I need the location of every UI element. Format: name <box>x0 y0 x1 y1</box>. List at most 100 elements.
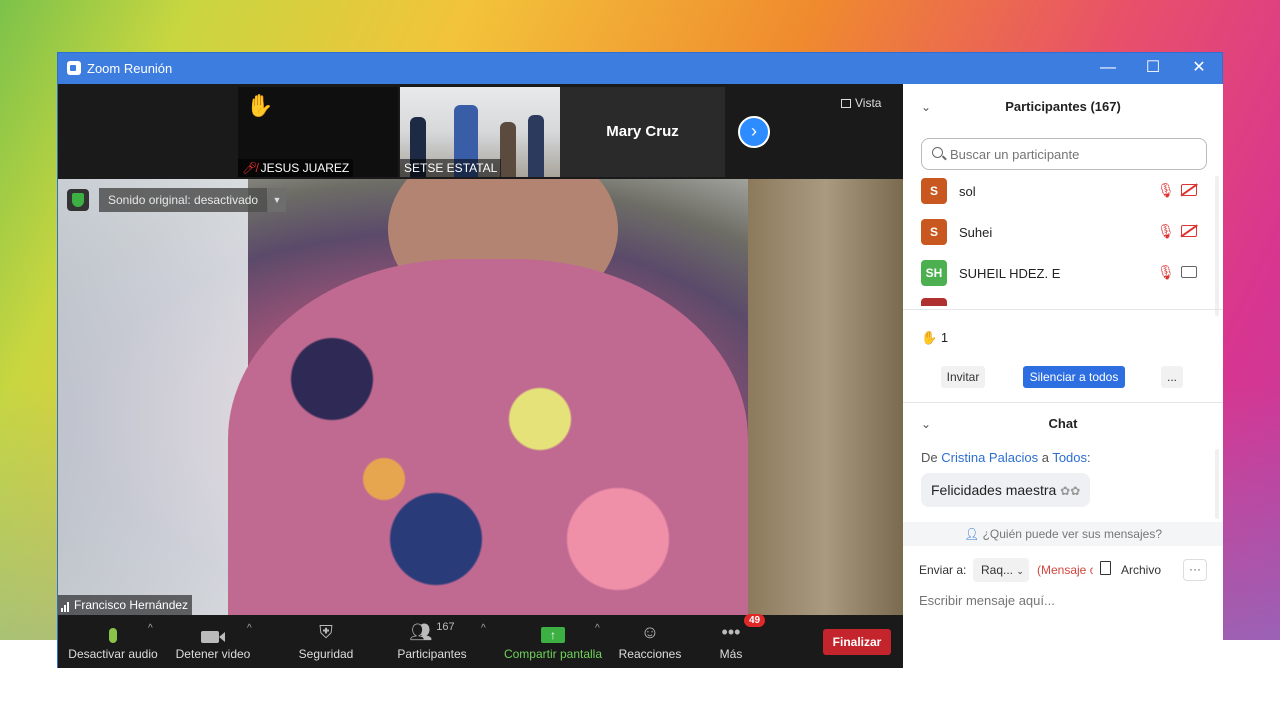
maximize-button[interactable]: ☐ <box>1138 57 1168 79</box>
invite-button[interactable]: Invitar <box>941 366 985 388</box>
raised-hand-icon: ✋ <box>921 330 938 345</box>
divider <box>903 309 1223 310</box>
participant-list-scrollbar[interactable] <box>1215 176 1219 316</box>
participants-label: Participantes <box>397 647 467 661</box>
send-to-label: Enviar a: <box>919 563 967 577</box>
to-prefix: a <box>1041 450 1049 465</box>
close-button[interactable]: ✕ <box>1184 57 1214 79</box>
reaction-smiley-icon: ☺ <box>640 622 660 642</box>
participant-row[interactable]: S Suhei 🎙︎ <box>921 219 1206 247</box>
participant-name: sol <box>959 184 976 199</box>
minimize-button[interactable]: — <box>1093 57 1123 79</box>
share-screen-icon: ↑ <box>501 615 605 643</box>
avatar: S <box>921 178 947 204</box>
video-label: Detener video <box>175 647 251 661</box>
participant-row-partial[interactable] <box>921 298 1206 306</box>
view-grid-icon <box>841 99 851 108</box>
participants-options-caret-icon[interactable]: ^ <box>481 623 486 634</box>
meeting-toolbar: Desactivar audio ^ Detener video ^ ⛨ Seg… <box>58 614 903 668</box>
thumbnail-name: 🎤︎̸ JESUS JUAREZ <box>238 159 354 177</box>
chat-sender[interactable]: Cristina Palacios <box>941 450 1038 465</box>
mic-muted-icon: 🎙︎ <box>1157 264 1175 280</box>
audio-options-caret-icon[interactable]: ^ <box>148 623 153 634</box>
participants-icon: 👥︎ <box>409 622 433 642</box>
divider <box>903 402 1223 403</box>
active-participant-tile[interactable]: Mary Cruz <box>560 87 725 177</box>
view-button[interactable]: Vista <box>841 96 881 110</box>
emoji-icon: ✿✿ <box>1060 484 1081 498</box>
share-screen-button[interactable]: ↑ Compartir pantalla <box>501 615 605 668</box>
video-camera-icon <box>173 615 253 643</box>
file-button[interactable]: Archivo <box>1121 563 1161 577</box>
original-sound-status[interactable]: Sonido original: desactivado <box>99 188 268 212</box>
participant-search-input[interactable] <box>921 138 1207 170</box>
bookshelf <box>748 179 903 615</box>
chevron-down-icon: ⌄ <box>1016 566 1024 576</box>
raised-hands-count: ✋ 1 <box>921 330 949 345</box>
participant-row[interactable]: S sol 🎙︎ <box>921 178 1206 206</box>
zoom-meeting-window: Zoom Reunión — ☐ ✕ ✋ 🎤︎̸ JESUS JUAREZ SE… <box>57 52 1223 668</box>
chat-title: Chat <box>1048 416 1078 431</box>
security-button[interactable]: ⛨ Seguridad <box>291 615 361 668</box>
thumbnail-strip: ✋ 🎤︎̸ JESUS JUAREZ SETSE ESTATAL Mary Cr… <box>58 84 903 179</box>
zoom-app-icon <box>67 61 81 75</box>
mute-button[interactable]: Desactivar audio <box>68 615 158 668</box>
private-message-note: (Mensaje c <box>1037 563 1093 577</box>
avatar: S <box>921 219 947 245</box>
shield-icon: ⛨ <box>319 622 333 642</box>
avatar <box>921 298 947 306</box>
chat-more-button[interactable]: ··· <box>1183 559 1207 581</box>
end-meeting-button[interactable]: Finalizar <box>823 629 891 655</box>
notification-badge: 49 <box>744 614 766 627</box>
reactions-button[interactable]: ☺ Reacciones <box>615 615 685 668</box>
chat-message-header: De Cristina Palacios a Todos: <box>921 450 1091 465</box>
next-page-button[interactable]: › <box>738 116 770 148</box>
file-icon <box>1100 561 1111 575</box>
video-off-icon <box>1181 184 1197 196</box>
thumbnail-name: SETSE ESTATAL <box>400 159 502 177</box>
participant-list: S sol 🎙︎ S Suhei 🎙︎ SH SUHEIL HDEZ. E 🎙︎ <box>903 176 1213 306</box>
chat-scrollbar[interactable] <box>1215 449 1219 519</box>
mute-label: Desactivar audio <box>68 647 158 661</box>
security-label: Seguridad <box>298 647 354 661</box>
chat-recipient[interactable]: Todos <box>1052 450 1087 465</box>
stop-video-button[interactable]: Detener video <box>173 615 253 668</box>
mic-muted-icon: 🎙︎ <box>1157 223 1175 239</box>
participants-more-button[interactable]: ... <box>1161 366 1183 388</box>
chat-message-input[interactable] <box>919 588 1209 612</box>
participants-count: 167 <box>436 621 455 633</box>
send-to-dropdown[interactable]: Raq... ⌄ <box>973 558 1029 582</box>
video-off-icon <box>1181 225 1197 237</box>
participant-name: SUHEIL HDEZ. E <box>959 266 1061 281</box>
participant-thumbnail[interactable]: ✋ 🎤︎̸ JESUS JUAREZ <box>238 87 398 177</box>
participants-button[interactable]: 👥︎ 167 Participantes <box>393 615 471 668</box>
mute-all-button[interactable]: Silenciar a todos <box>1023 366 1125 388</box>
participant-name: Suhei <box>959 225 993 240</box>
share-label: Compartir pantalla <box>503 647 603 661</box>
participants-title: Participantes (167) <box>1005 99 1121 114</box>
side-panel: ⌄ Participantes (167) S sol 🎙︎ S Suhei 🎙… <box>903 84 1223 668</box>
chat-message-text: Felicidades maestra <box>931 482 1057 498</box>
reactions-label: Reacciones <box>618 647 682 661</box>
raised-hand-icon: ✋ <box>246 93 274 118</box>
video-camera-icon <box>1181 266 1197 278</box>
more-label: Más <box>719 647 743 661</box>
video-options-caret-icon[interactable]: ^ <box>247 623 252 634</box>
participant-thumbnail[interactable]: SETSE ESTATAL <box>400 87 560 177</box>
background-wall <box>58 179 248 615</box>
share-options-caret-icon[interactable]: ^ <box>595 623 600 634</box>
people-icon: 👤︎ <box>963 527 980 541</box>
speaker-body <box>228 259 748 615</box>
video-area: ✋ 🎤︎̸ JESUS JUAREZ SETSE ESTATAL Mary Cr… <box>58 84 903 668</box>
main-video: Sonido original: desactivado ▼ Francisco… <box>58 179 903 615</box>
original-sound-dropdown-icon[interactable]: ▼ <box>268 188 286 212</box>
encryption-shield-icon[interactable] <box>67 189 89 211</box>
participants-icon-wrap: 👥︎ 167 <box>393 615 471 643</box>
window-title: Zoom Reunión <box>87 61 173 76</box>
microphone-icon <box>68 615 158 643</box>
participant-row[interactable]: SH SUHEIL HDEZ. E 🎙︎ <box>921 260 1206 288</box>
person-figure <box>500 122 516 177</box>
speaker-name-label: Francisco Hernández <box>58 595 193 615</box>
more-button[interactable]: ••• Más 49 <box>708 614 766 668</box>
who-can-see-messages[interactable]: 👤︎ ¿Quién puede ver sus mensajes? <box>903 522 1223 546</box>
